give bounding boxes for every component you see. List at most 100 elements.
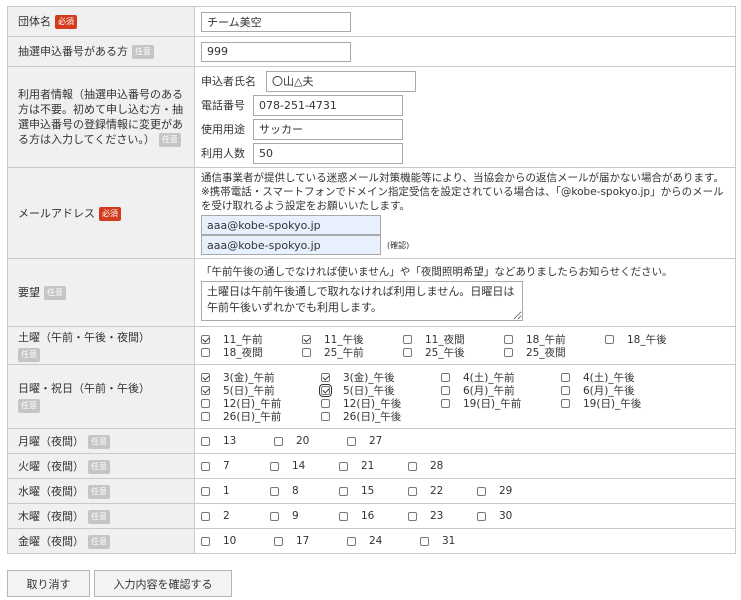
email-input[interactable]: [201, 215, 381, 235]
weekday-night-option[interactable]: 1: [201, 485, 270, 498]
weekday-night-option[interactable]: 20: [274, 435, 347, 448]
weekday-night-option[interactable]: 27: [347, 435, 420, 448]
checkbox[interactable]: [403, 347, 412, 357]
weekday-night-option[interactable]: 24: [347, 535, 420, 548]
phone-input[interactable]: [253, 94, 403, 116]
checkbox[interactable]: [408, 511, 417, 521]
sunday-option[interactable]: 26(日)_午後: [321, 410, 441, 423]
checkbox[interactable]: [201, 411, 210, 421]
checkbox-label: 22: [430, 485, 444, 497]
checkbox[interactable]: [441, 385, 450, 395]
weekday-night-option[interactable]: 21: [339, 460, 408, 473]
sunday-option[interactable]: 19(日)_午後: [561, 397, 681, 410]
checkbox[interactable]: [274, 536, 283, 546]
lottery-number-input[interactable]: [201, 41, 351, 62]
checkbox[interactable]: [274, 436, 283, 446]
group-label-cell: 団体名 必須: [7, 6, 195, 37]
checkbox[interactable]: [302, 334, 311, 344]
checkbox[interactable]: [201, 372, 210, 382]
checkbox[interactable]: [321, 411, 330, 421]
checkbox[interactable]: [347, 536, 356, 546]
weekday-night-option[interactable]: 22: [408, 485, 477, 498]
checkbox[interactable]: [339, 511, 348, 521]
applicant-name-input[interactable]: [266, 70, 416, 92]
weekday-night-option[interactable]: 8: [270, 485, 339, 498]
saturday-option[interactable]: 25_夜間: [504, 346, 605, 359]
checkbox[interactable]: [477, 486, 486, 496]
friday-checkbox-group: 10 17 24 31: [201, 535, 729, 548]
checkbox[interactable]: [302, 347, 311, 357]
checkbox[interactable]: [201, 334, 210, 344]
request-textarea[interactable]: 土曜日は午前午後通しで取れなければ利用しません。日曜日は午前午後いずれかでも利用…: [201, 280, 523, 321]
weekday-night-option[interactable]: 23: [408, 510, 477, 523]
group-row: 団体名 必須: [7, 6, 736, 37]
checkbox[interactable]: [201, 398, 210, 408]
checkbox-label: 28: [430, 460, 444, 472]
checkbox[interactable]: [403, 334, 412, 344]
purpose-input[interactable]: [253, 118, 403, 140]
weekday-night-option[interactable]: 10: [201, 535, 274, 548]
group-name-input[interactable]: [201, 11, 351, 32]
checkbox-label: 19(日)_午前: [463, 397, 522, 410]
checkbox[interactable]: [201, 461, 210, 471]
checkbox-label: 25_午後: [425, 346, 465, 359]
required-badge: 必須: [99, 206, 121, 221]
checkbox[interactable]: [561, 385, 570, 395]
cancel-button[interactable]: 取り消す: [7, 570, 90, 597]
checkbox[interactable]: [321, 372, 330, 382]
saturday-option[interactable]: 25_午前: [302, 346, 403, 359]
weekday-night-option[interactable]: 14: [270, 460, 339, 473]
friday-options-cell: 10 17 24 31: [194, 528, 736, 554]
checkbox-label: 25_午前: [324, 346, 364, 359]
count-input[interactable]: [253, 142, 403, 164]
weekday-night-option[interactable]: 9: [270, 510, 339, 523]
checkbox[interactable]: [270, 486, 279, 496]
checkbox[interactable]: [504, 334, 513, 344]
checkbox[interactable]: [339, 486, 348, 496]
saturday-option[interactable]: 18_午後: [605, 333, 706, 346]
weekday-night-option[interactable]: 16: [339, 510, 408, 523]
checkbox[interactable]: [321, 398, 330, 408]
sunday-option[interactable]: 26(日)_午前: [201, 410, 321, 423]
weekday-night-option[interactable]: 17: [274, 535, 347, 548]
saturday-option[interactable]: 25_午後: [403, 346, 504, 359]
weekday-night-option[interactable]: 2: [201, 510, 270, 523]
checkbox[interactable]: [270, 461, 279, 471]
checkbox[interactable]: [408, 461, 417, 471]
thursday-checkbox-group: 2 9 16 23 30: [201, 510, 729, 523]
request-label-cell: 要望 任意: [7, 258, 195, 327]
weekday-night-option[interactable]: 28: [408, 460, 477, 473]
weekday-night-option[interactable]: 7: [201, 460, 270, 473]
checkbox[interactable]: [441, 372, 450, 382]
checkbox-label: 2: [223, 510, 230, 522]
checkbox[interactable]: [347, 436, 356, 446]
checkbox[interactable]: [201, 511, 210, 521]
checkbox[interactable]: [477, 511, 486, 521]
email-confirm-input[interactable]: [201, 235, 381, 255]
confirm-button[interactable]: 入力内容を確認する: [94, 570, 232, 597]
weekday-night-option[interactable]: 13: [201, 435, 274, 448]
checkbox[interactable]: [201, 486, 210, 496]
checkbox-label: 8: [292, 485, 299, 497]
checkbox[interactable]: [408, 486, 417, 496]
checkbox[interactable]: [201, 436, 210, 446]
checkbox[interactable]: [201, 536, 210, 546]
checkbox[interactable]: [441, 398, 450, 408]
weekday-night-option[interactable]: 31: [420, 535, 493, 548]
saturday-option[interactable]: 18_夜間: [201, 346, 302, 359]
checkbox[interactable]: [201, 347, 210, 357]
checkbox[interactable]: [339, 461, 348, 471]
checkbox[interactable]: [420, 536, 429, 546]
checkbox[interactable]: [201, 385, 210, 395]
weekday-night-option[interactable]: 15: [339, 485, 408, 498]
checkbox[interactable]: [319, 383, 332, 397]
checkbox[interactable]: [605, 334, 614, 344]
checkbox[interactable]: [504, 347, 513, 357]
checkbox-label: 10: [223, 535, 237, 547]
weekday-night-option[interactable]: 29: [477, 485, 546, 498]
checkbox[interactable]: [270, 511, 279, 521]
weekday-night-option[interactable]: 30: [477, 510, 546, 523]
sunday-option[interactable]: 19(日)_午前: [441, 397, 561, 410]
checkbox[interactable]: [561, 372, 570, 382]
checkbox[interactable]: [561, 398, 570, 408]
